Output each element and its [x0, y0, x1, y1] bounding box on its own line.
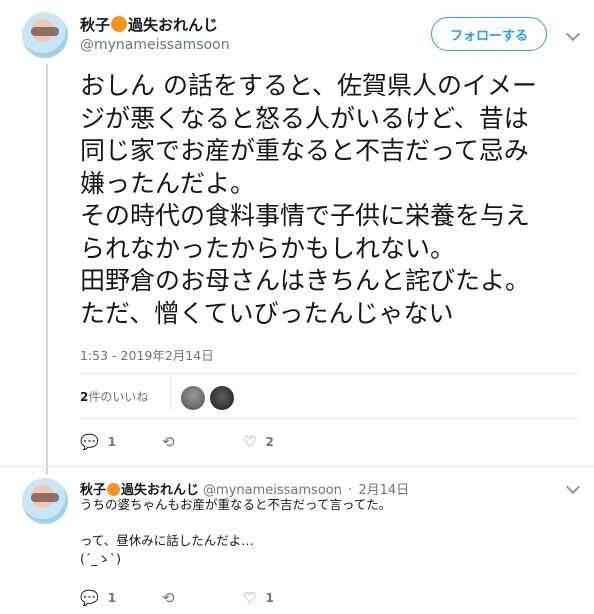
author-avatar[interactable] [22, 12, 68, 58]
tweet-text-line: ただ、憎くていびったんじゃない [80, 298, 454, 328]
reply-author-avatar[interactable] [22, 478, 68, 524]
divider [80, 418, 580, 419]
retweet-icon: ⟲ [162, 433, 175, 451]
tweet-timestamp[interactable]: 1:53 - 2019年2月14日 [80, 345, 214, 364]
chevron-down-icon[interactable] [565, 479, 581, 495]
reply-button[interactable]: 💬 1 [80, 589, 116, 607]
author-handle[interactable]: @mynameissamsoon [80, 37, 230, 53]
like-button[interactable]: ♡ 2 [243, 433, 274, 451]
chevron-down-icon[interactable] [565, 26, 581, 42]
divider [80, 373, 580, 374]
reply-text: うちの婆ちゃんもお産が重なると不吉だって言ってた。 って、昼休みに話したんだよ…… [80, 496, 391, 568]
like-button[interactable]: ♡ 1 [243, 589, 274, 607]
tweet-text-line: 嫌ったんだよ。 [80, 168, 256, 198]
tweet-text-line: 田野倉のお母さんはきちんと詫びたよ。 [80, 266, 531, 295]
reply-button[interactable]: 💬 1 [80, 433, 116, 451]
reply-count: 1 [107, 591, 117, 605]
liker-avatar[interactable] [210, 386, 234, 410]
like-count: 1 [265, 591, 274, 605]
reply-text-line: って、昼休みに話したんだよ… [80, 533, 254, 548]
tweet-text: おしん の話をすると、佐賀県人のイメー ジが悪くなると怒る人がいるけど、昔は 同… [80, 70, 580, 330]
retweet-button[interactable]: ⟲ [162, 433, 184, 451]
retweet-button[interactable]: ⟲ [162, 589, 184, 607]
likes-summary[interactable]: 2件のいいね [80, 388, 148, 405]
likes-separator [170, 376, 171, 412]
tweet-text-line: られなかったからかもしれない。 [80, 233, 456, 263]
heart-icon: ♡ [243, 589, 257, 607]
reply-text-line [80, 514, 391, 532]
retweet-icon: ⟲ [162, 589, 175, 607]
reply-icon: 💬 [80, 433, 99, 451]
liker-avatar[interactable] [181, 386, 205, 410]
like-count: 2 [265, 435, 274, 449]
tweet-text-line: その時代の食料事情で子供に栄養を与え [80, 201, 531, 230]
reply-text-line: うちの婆ちゃんもお産が重なると不吉だって言ってた。 [80, 497, 392, 512]
tweet-text-line: おしん の話をすると、佐賀県人のイメー [80, 71, 537, 100]
divider [0, 466, 594, 467]
orange-emoji-icon [111, 16, 128, 32]
reply-count: 1 [107, 435, 117, 449]
thread-line [46, 64, 48, 474]
author-name-part2: 過失おれんじ [128, 16, 219, 34]
reply-text-line: (´_ゝ`) [80, 551, 122, 566]
author-name[interactable]: 秋子 過失おれんじ [80, 14, 218, 35]
follow-button[interactable]: フォローする [431, 17, 547, 51]
tweet-text-line: 同じ家でお産が重なると不吉だって忌み [80, 136, 529, 165]
reply-icon: 💬 [80, 589, 99, 607]
author-name-part1: 秋子 [80, 16, 111, 34]
tweet-text-line: ジが悪くなると怒る人がいるけど、昔は [80, 103, 529, 133]
likes-label: 件のいいね [88, 390, 149, 404]
heart-icon: ♡ [243, 433, 257, 451]
orange-emoji-icon [107, 483, 121, 496]
